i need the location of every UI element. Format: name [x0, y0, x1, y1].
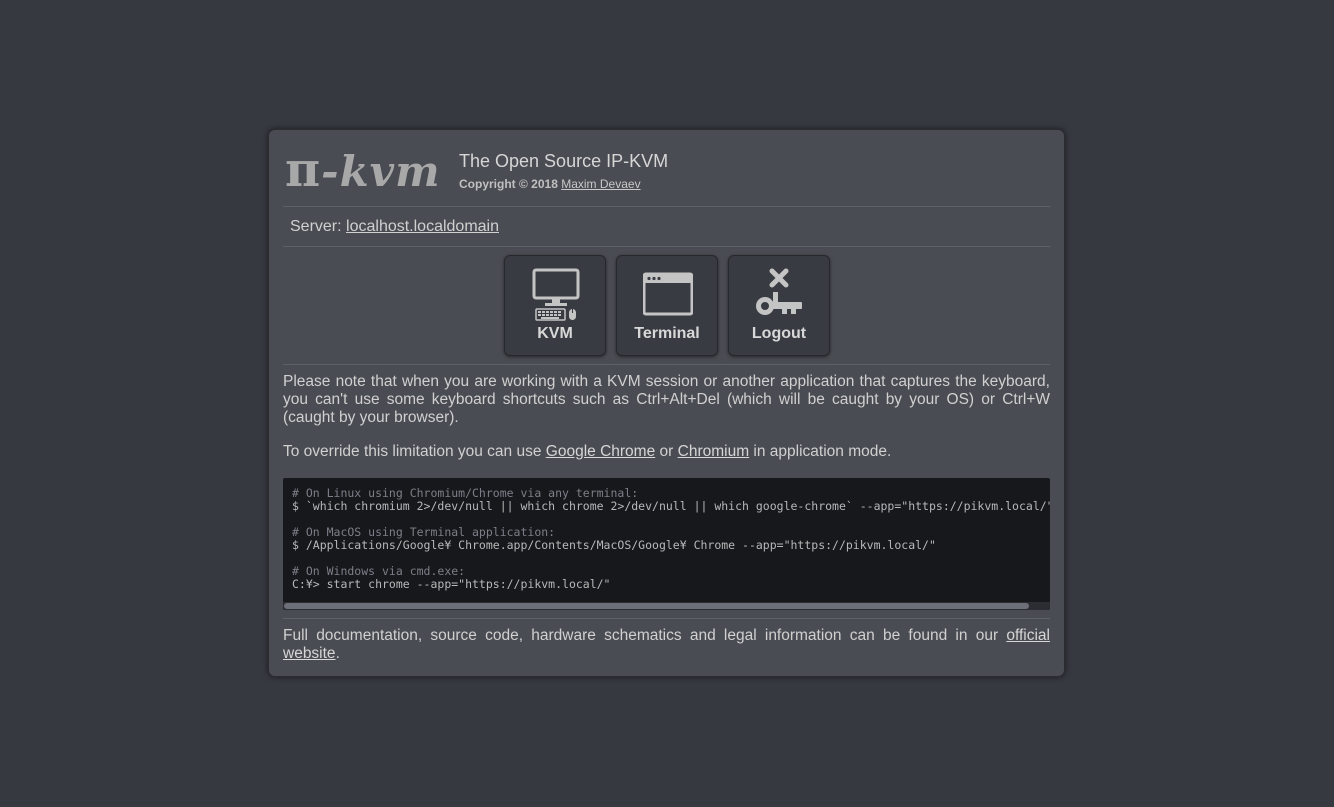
terminal-button[interactable]: Terminal — [616, 255, 718, 356]
server-host-link[interactable]: localhost.localdomain — [346, 218, 499, 235]
override-prefix: To override this limitation you can use — [283, 443, 542, 460]
logout-label: Logout — [751, 325, 807, 342]
logo-text: π-kvm — [285, 142, 441, 198]
windows-command: C:¥> start chrome --app="https://pikvm.l… — [292, 577, 611, 591]
windows-comment: # On Windows via cmd.exe: — [292, 564, 466, 578]
server-label: Server: — [290, 218, 342, 235]
pikvm-logo: π-kvm — [285, 140, 440, 198]
page-title: The Open Source IP-KVM — [459, 151, 669, 171]
code-content: # On Linux using Chromium/Chrome via any… — [283, 478, 1050, 591]
override-or: or — [659, 443, 674, 460]
scrollbar-thumb[interactable] — [284, 603, 1029, 609]
copyright: Copyright © 2018 Maxim Devaev — [459, 177, 641, 191]
copyright-prefix: Copyright © 2018 — [459, 177, 558, 191]
server-row: Server: localhost.localdomain — [283, 207, 1050, 247]
header: π-kvm The Open Source IP-KVM Copyright ©… — [283, 130, 1050, 207]
mac-command: $ /Applications/Google¥ Chrome.app/Conte… — [292, 538, 936, 552]
terminal-window-icon — [643, 272, 693, 316]
code-horizontal-scrollbar[interactable] — [283, 602, 1050, 610]
logout-button[interactable]: Logout — [728, 255, 830, 356]
keyboard-note: Please note that when you are working wi… — [283, 373, 1050, 426]
override-note: To override this limitation you can use … — [283, 427, 1050, 461]
logo-pi: π — [285, 142, 322, 198]
footer-link-word2: website — [283, 645, 336, 662]
google-chrome-link[interactable]: Google Chrome — [546, 443, 655, 460]
terminal-label: Terminal — [634, 325, 700, 342]
login-panel: π-kvm The Open Source IP-KVM Copyright ©… — [268, 129, 1065, 677]
app-buttons: KVM Terminal Logout — [283, 247, 1050, 365]
footer-link-word1: official — [1006, 627, 1050, 644]
chromium-link[interactable]: Chromium — [678, 443, 749, 460]
footer-body: Full documentation, source code, hardwar… — [283, 627, 999, 644]
kvm-label: KVM — [537, 325, 573, 342]
author-link[interactable]: Maxim Devaev — [561, 177, 640, 191]
kvm-button[interactable]: KVM — [504, 255, 606, 356]
code-block[interactable]: # On Linux using Chromium/Chrome via any… — [283, 478, 1050, 610]
logo-kvm: -kvm — [321, 147, 441, 196]
monitor-keyboard-icon — [532, 268, 580, 321]
linux-comment: # On Linux using Chromium/Chrome via any… — [292, 486, 639, 500]
footer-suffix: . — [335, 645, 340, 662]
logout-key-icon — [756, 268, 802, 315]
linux-command: $ `which chromium 2>/dev/null || which c… — [292, 499, 1050, 513]
footer-text: Full documentation, source code, hardwar… — [283, 619, 1050, 663]
override-suffix: in application mode. — [753, 443, 892, 460]
mac-comment: # On MacOS using Terminal application: — [292, 525, 556, 539]
